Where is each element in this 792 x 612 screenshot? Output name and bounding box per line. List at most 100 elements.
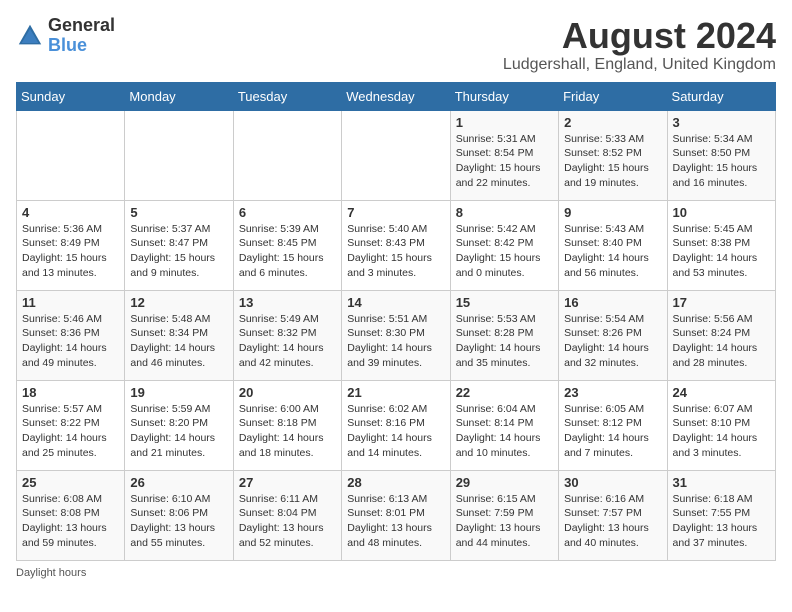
day-number: 2 xyxy=(564,115,661,130)
day-cell: 13 Sunrise: 5:49 AM Sunset: 8:32 PM Dayli… xyxy=(233,290,341,380)
header-monday: Monday xyxy=(125,82,233,110)
day-cell: 2 Sunrise: 5:33 AM Sunset: 8:52 PM Daylig… xyxy=(559,110,667,200)
logo-general: General xyxy=(48,16,115,36)
day-info: Sunrise: 6:04 AM Sunset: 8:14 PM Dayligh… xyxy=(456,402,553,461)
day-number: 8 xyxy=(456,205,553,220)
day-number: 9 xyxy=(564,205,661,220)
title-block: August 2024 Ludgershall, England, United… xyxy=(503,16,776,74)
day-number: 26 xyxy=(130,475,227,490)
day-number: 14 xyxy=(347,295,444,310)
day-number: 12 xyxy=(130,295,227,310)
calendar-title: August 2024 xyxy=(503,16,776,56)
day-cell: 5 Sunrise: 5:37 AM Sunset: 8:47 PM Daylig… xyxy=(125,200,233,290)
day-cell: 1 Sunrise: 5:31 AM Sunset: 8:54 PM Daylig… xyxy=(450,110,558,200)
day-info: Sunrise: 5:49 AM Sunset: 8:32 PM Dayligh… xyxy=(239,312,336,371)
week-row-1: 1 Sunrise: 5:31 AM Sunset: 8:54 PM Daylig… xyxy=(17,110,776,200)
day-info: Sunrise: 6:10 AM Sunset: 8:06 PM Dayligh… xyxy=(130,492,227,551)
day-info: Sunrise: 6:02 AM Sunset: 8:16 PM Dayligh… xyxy=(347,402,444,461)
day-cell xyxy=(233,110,341,200)
day-number: 13 xyxy=(239,295,336,310)
day-cell: 12Sunrise: 5:48 AM Sunset: 8:34 PM Dayli… xyxy=(125,290,233,380)
day-cell: 6 Sunrise: 5:39 AM Sunset: 8:45 PM Daylig… xyxy=(233,200,341,290)
day-cell: 25 Sunrise: 6:08 AM Sunset: 8:08 PM Dayli… xyxy=(17,470,125,560)
day-number: 3 xyxy=(673,115,770,130)
day-cell: 30 Sunrise: 6:16 AM Sunset: 7:57 PM Dayli… xyxy=(559,470,667,560)
day-info: Sunrise: 6:15 AM Sunset: 7:59 PM Dayligh… xyxy=(456,492,553,551)
header-sunday: Sunday xyxy=(17,82,125,110)
day-number: 27 xyxy=(239,475,336,490)
day-cell xyxy=(125,110,233,200)
day-cell: 14 Sunrise: 5:51 AM Sunset: 8:30 PM Dayli… xyxy=(342,290,450,380)
day-number: 15 xyxy=(456,295,553,310)
day-number: 16 xyxy=(564,295,661,310)
day-number: 4 xyxy=(22,205,119,220)
day-info: Sunrise: 5:39 AM Sunset: 8:45 PM Dayligh… xyxy=(239,222,336,281)
calendar-subtitle: Ludgershall, England, United Kingdom xyxy=(503,56,776,74)
day-info: Sunrise: 5:51 AM Sunset: 8:30 PM Dayligh… xyxy=(347,312,444,371)
day-cell: 11 Sunrise: 5:46 AM Sunset: 8:36 PM Dayli… xyxy=(17,290,125,380)
footer-note: Daylight hours xyxy=(16,567,776,579)
day-cell: 3 Sunrise: 5:34 AM Sunset: 8:50 PM Daylig… xyxy=(667,110,775,200)
day-number: 31 xyxy=(673,475,770,490)
day-number: 1 xyxy=(456,115,553,130)
day-cell: 20 Sunrise: 6:00 AM Sunset: 8:18 PM Dayli… xyxy=(233,380,341,470)
day-number: 24 xyxy=(673,385,770,400)
day-number: 5 xyxy=(130,205,227,220)
day-info: Sunrise: 5:34 AM Sunset: 8:50 PM Dayligh… xyxy=(673,132,770,191)
day-info: Sunrise: 5:59 AM Sunset: 8:20 PM Dayligh… xyxy=(130,402,227,461)
day-cell: 31Sunrise: 6:18 AM Sunset: 7:55 PM Dayli… xyxy=(667,470,775,560)
header-tuesday: Tuesday xyxy=(233,82,341,110)
logo-blue: Blue xyxy=(48,36,115,56)
header-wednesday: Wednesday xyxy=(342,82,450,110)
day-info: Sunrise: 5:37 AM Sunset: 8:47 PM Dayligh… xyxy=(130,222,227,281)
day-info: Sunrise: 5:33 AM Sunset: 8:52 PM Dayligh… xyxy=(564,132,661,191)
day-info: Sunrise: 5:45 AM Sunset: 8:38 PM Dayligh… xyxy=(673,222,770,281)
day-cell: 21 Sunrise: 6:02 AM Sunset: 8:16 PM Dayli… xyxy=(342,380,450,470)
day-cell: 9 Sunrise: 5:43 AM Sunset: 8:40 PM Daylig… xyxy=(559,200,667,290)
day-info: Sunrise: 5:31 AM Sunset: 8:54 PM Dayligh… xyxy=(456,132,553,191)
day-info: Sunrise: 6:00 AM Sunset: 8:18 PM Dayligh… xyxy=(239,402,336,461)
day-cell: 8 Sunrise: 5:42 AM Sunset: 8:42 PM Daylig… xyxy=(450,200,558,290)
day-number: 25 xyxy=(22,475,119,490)
day-number: 11 xyxy=(22,295,119,310)
day-info: Sunrise: 5:43 AM Sunset: 8:40 PM Dayligh… xyxy=(564,222,661,281)
day-number: 10 xyxy=(673,205,770,220)
day-cell: 7Sunrise: 5:40 AM Sunset: 8:43 PM Daylig… xyxy=(342,200,450,290)
day-cell: 4 Sunrise: 5:36 AM Sunset: 8:49 PM Daylig… xyxy=(17,200,125,290)
day-info: Sunrise: 6:13 AM Sunset: 8:01 PM Dayligh… xyxy=(347,492,444,551)
day-number: 19 xyxy=(130,385,227,400)
week-row-4: 18 Sunrise: 5:57 AM Sunset: 8:22 PM Dayli… xyxy=(17,380,776,470)
day-cell: 17 Sunrise: 5:56 AM Sunset: 8:24 PM Dayli… xyxy=(667,290,775,380)
day-cell: 28Sunrise: 6:13 AM Sunset: 8:01 PM Dayli… xyxy=(342,470,450,560)
day-cell xyxy=(17,110,125,200)
day-number: 30 xyxy=(564,475,661,490)
day-cell: 19 Sunrise: 5:59 AM Sunset: 8:20 PM Dayli… xyxy=(125,380,233,470)
day-cell: 22Sunrise: 6:04 AM Sunset: 8:14 PM Dayli… xyxy=(450,380,558,470)
day-number: 29 xyxy=(456,475,553,490)
header-saturday: Saturday xyxy=(667,82,775,110)
day-number: 21 xyxy=(347,385,444,400)
day-number: 20 xyxy=(239,385,336,400)
day-info: Sunrise: 5:56 AM Sunset: 8:24 PM Dayligh… xyxy=(673,312,770,371)
day-cell xyxy=(342,110,450,200)
day-number: 23 xyxy=(564,385,661,400)
header-friday: Friday xyxy=(559,82,667,110)
day-number: 17 xyxy=(673,295,770,310)
day-info: Sunrise: 6:08 AM Sunset: 8:08 PM Dayligh… xyxy=(22,492,119,551)
day-info: Sunrise: 5:46 AM Sunset: 8:36 PM Dayligh… xyxy=(22,312,119,371)
day-cell: 10 Sunrise: 5:45 AM Sunset: 8:38 PM Dayli… xyxy=(667,200,775,290)
day-info: Sunrise: 5:36 AM Sunset: 8:49 PM Dayligh… xyxy=(22,222,119,281)
day-number: 6 xyxy=(239,205,336,220)
week-row-5: 25 Sunrise: 6:08 AM Sunset: 8:08 PM Dayli… xyxy=(17,470,776,560)
logo-icon xyxy=(16,22,44,50)
day-cell: 29 Sunrise: 6:15 AM Sunset: 7:59 PM Dayli… xyxy=(450,470,558,560)
day-number: 18 xyxy=(22,385,119,400)
day-info: Sunrise: 6:16 AM Sunset: 7:57 PM Dayligh… xyxy=(564,492,661,551)
day-info: Sunrise: 5:53 AM Sunset: 8:28 PM Dayligh… xyxy=(456,312,553,371)
day-cell: 24 Sunrise: 6:07 AM Sunset: 8:10 PM Dayli… xyxy=(667,380,775,470)
day-info: Sunrise: 6:07 AM Sunset: 8:10 PM Dayligh… xyxy=(673,402,770,461)
week-row-2: 4 Sunrise: 5:36 AM Sunset: 8:49 PM Daylig… xyxy=(17,200,776,290)
day-info: Sunrise: 5:57 AM Sunset: 8:22 PM Dayligh… xyxy=(22,402,119,461)
day-cell: 23Sunrise: 6:05 AM Sunset: 8:12 PM Dayli… xyxy=(559,380,667,470)
day-info: Sunrise: 5:42 AM Sunset: 8:42 PM Dayligh… xyxy=(456,222,553,281)
